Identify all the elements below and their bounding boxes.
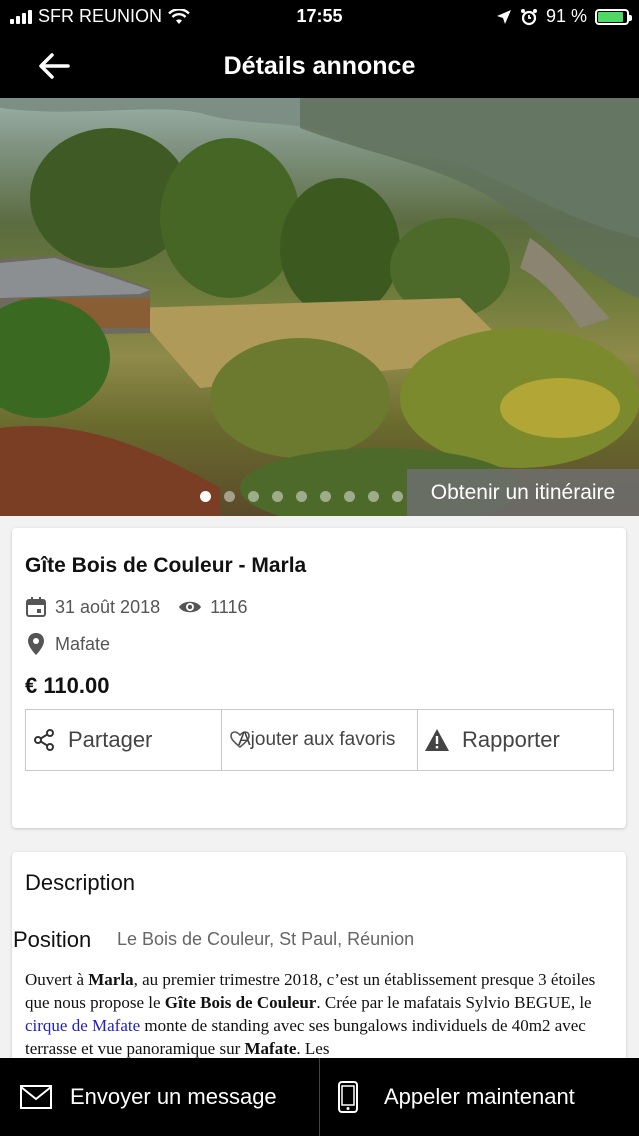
send-message-button[interactable]: Envoyer un message: [0, 1058, 320, 1136]
carousel-dot[interactable]: [224, 491, 235, 502]
phone-icon: [338, 1081, 358, 1113]
carousel-dot[interactable]: [296, 491, 307, 502]
report-label: Rapporter: [462, 727, 560, 752]
carousel-dot[interactable]: [320, 491, 331, 502]
envelope-icon: [20, 1085, 52, 1109]
listing-photo[interactable]: [0, 98, 639, 516]
desc-bold-text: Gîte Bois de Couleur: [164, 993, 317, 1012]
alarm-icon: [520, 8, 537, 25]
desc-text-run: Ouvert à: [25, 970, 89, 989]
carousel-dot[interactable]: [344, 491, 355, 502]
add-favorite-button[interactable]: Ajouter aux favoris: [222, 710, 418, 770]
carousel-dot[interactable]: [368, 491, 379, 502]
carousel-dots[interactable]: [200, 491, 403, 502]
battery-percent: 91 %: [545, 6, 587, 26]
status-bar: SFR REUNION 17:55 91 %: [0, 0, 639, 34]
mafate-link[interactable]: cirque de Mafate: [25, 1016, 140, 1035]
listing-location: Mafate: [55, 633, 111, 654]
carousel-dot[interactable]: [392, 491, 403, 502]
description-text: Ouvert à Marla, au premier trimestre 201…: [25, 968, 615, 1060]
itinerary-button[interactable]: Obtenir un itinéraire: [407, 469, 639, 516]
position-label: Position: [13, 927, 92, 952]
call-now-button[interactable]: Appeler maintenant: [320, 1058, 639, 1136]
page-title: Détails annonce: [223, 52, 416, 80]
share-label: Partager: [68, 727, 153, 752]
report-button[interactable]: Rapporter: [418, 710, 613, 770]
listing-info-card: Gîte Bois de Couleur - Marla 31 août 201…: [12, 528, 626, 828]
desc-text-run: . Crée par le mafatais Sylvio BEGUE, le: [316, 993, 592, 1012]
eye-icon: [179, 601, 202, 613]
view-count: 1116: [210, 596, 248, 617]
calendar-icon: [26, 597, 46, 617]
date-views-row: 31 août 2018 1116: [25, 596, 247, 618]
share-icon: [34, 729, 54, 751]
listing-title: Gîte Bois de Couleur - Marla: [25, 554, 307, 577]
warning-icon: [425, 729, 449, 751]
bottom-action-bar: Envoyer un message Appeler maintenant: [0, 1058, 639, 1136]
action-bar: Partager Ajouter aux favoris Rapporter: [25, 709, 614, 771]
send-message-label: Envoyer un message: [70, 1084, 277, 1109]
share-button[interactable]: Partager: [26, 710, 222, 770]
nav-bar: Détails annonce: [0, 34, 639, 98]
desc-bold-text: Mafate: [244, 1039, 297, 1058]
map-pin-icon: [28, 633, 44, 655]
favorite-label: Ajouter aux favoris: [238, 729, 396, 750]
carousel-dot[interactable]: [248, 491, 259, 502]
desc-bold-text: Marla: [88, 970, 134, 989]
listing-date: 31 août 2018: [55, 596, 161, 617]
carousel-dot[interactable]: [272, 491, 283, 502]
position-value: Le Bois de Couleur, St Paul, Réunion: [117, 929, 415, 949]
description-title: Description: [25, 870, 136, 895]
call-now-label: Appeler maintenant: [384, 1084, 575, 1109]
carousel-dot[interactable]: [200, 491, 211, 502]
location-row: Mafate: [25, 632, 110, 656]
listing-price: € 110.00: [25, 673, 110, 698]
desc-text-run: . Les: [296, 1039, 330, 1058]
landscape-photo: [0, 98, 639, 516]
location-arrow-icon: [496, 9, 511, 24]
battery-icon: [595, 8, 632, 25]
